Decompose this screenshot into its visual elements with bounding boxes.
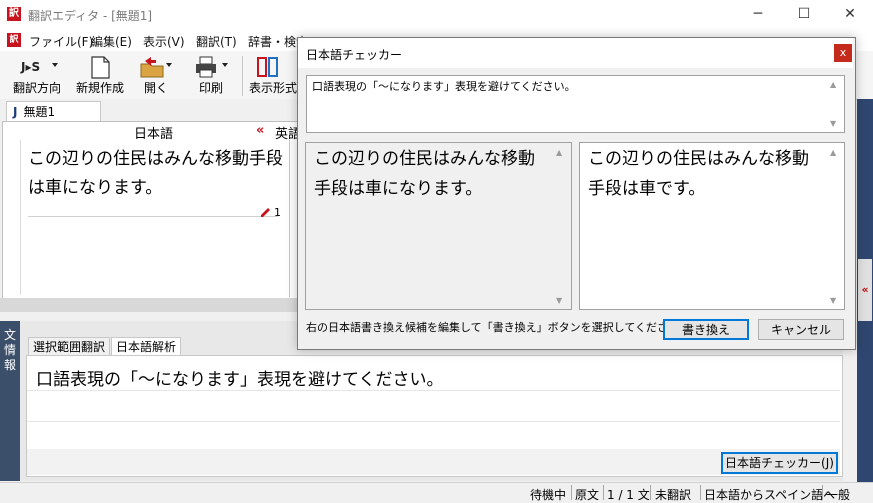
- expand-pane-icon[interactable]: «: [858, 259, 872, 321]
- print-button[interactable]: 印刷: [188, 55, 234, 97]
- close-window-button[interactable]: ✕: [827, 0, 873, 29]
- translation-direction-icon: J▸S: [10, 55, 64, 79]
- splitter[interactable]: [0, 298, 300, 312]
- window-title: 翻訳エディタ - [無題1]: [28, 9, 153, 23]
- status-translation-state: 未翻訳: [655, 488, 692, 502]
- minimize-button[interactable]: ─: [735, 0, 781, 29]
- target-language-header: 英語: [275, 127, 297, 142]
- translation-direction-label: 翻訳方向: [12, 81, 61, 95]
- app-icon: 訳: [7, 7, 21, 21]
- maximize-button[interactable]: ☐: [781, 0, 827, 29]
- status-position: 1 / 1 文: [607, 488, 650, 502]
- japanese-doc-icon: J: [13, 105, 18, 119]
- scroll-down-arrow-icon[interactable]: ▼: [830, 119, 836, 128]
- tab-japanese-analysis[interactable]: 日本語解析: [111, 337, 182, 356]
- dialog-close-button[interactable]: x: [834, 44, 852, 62]
- analysis-message: 口語表現の「～になります」表現を避けてください。: [36, 370, 444, 390]
- status-separator: [650, 485, 651, 500]
- dialog-instruction: 右の日本語書き換え候補を編集して「書き換え」ボタンを選択してください。: [306, 321, 691, 334]
- menu-translate[interactable]: 翻訳(T): [196, 33, 237, 50]
- rewrite-button[interactable]: 書き換え: [663, 319, 749, 340]
- scroll-down-arrow-icon[interactable]: ▼: [830, 296, 836, 305]
- editor-margin-line: [20, 140, 21, 295]
- menu-file[interactable]: ファイル(F): [29, 33, 93, 50]
- cancel-button[interactable]: キャンセル: [758, 319, 844, 340]
- open-label: 開く: [143, 81, 168, 95]
- status-mode: 原文: [575, 488, 600, 502]
- menu-view[interactable]: 表示(V): [143, 33, 185, 50]
- status-separator: [571, 485, 572, 500]
- display-format-label: 表示形式: [248, 81, 297, 95]
- open-button[interactable]: 開く: [136, 55, 176, 97]
- sentence-info-side-label: 文情報: [0, 321, 20, 481]
- translation-direction-button[interactable]: J▸S 翻訳方向: [10, 55, 64, 97]
- status-separator: [700, 485, 701, 500]
- status-separator: [603, 485, 604, 500]
- japanese-checker-button[interactable]: 日本語チェッカー(J): [721, 452, 838, 474]
- open-folder-icon: [136, 55, 176, 79]
- sentence-number: 1: [274, 206, 281, 219]
- dialog-title: 日本語チェッカー: [306, 48, 403, 62]
- display-format-button[interactable]: 表示形式: [248, 55, 298, 97]
- menu-app-icon[interactable]: 訳: [7, 33, 21, 47]
- suggested-text[interactable]: この辺りの住民はみんな移動手段は車です。: [588, 144, 822, 204]
- scroll-up-arrow-icon[interactable]: ▲: [830, 80, 836, 89]
- sentence-divider: [28, 216, 278, 217]
- analysis-row-line: [27, 421, 840, 422]
- new-document-label: 新規作成: [75, 81, 124, 95]
- print-label: 印刷: [198, 81, 223, 95]
- analysis-row-line: [27, 390, 840, 391]
- dialog-message: 口語表現の「～になります」表現を避けてください。: [312, 80, 576, 93]
- swap-arrow-icon[interactable]: «: [256, 123, 264, 138]
- status-direction: 日本語からスペイン語へ: [704, 488, 836, 502]
- display-format-icon: [248, 55, 298, 79]
- analysis-footer: [27, 449, 840, 475]
- printer-icon: [188, 55, 234, 79]
- source-text[interactable]: この辺りの住民はみんな移動手段は車になります。: [28, 145, 288, 203]
- document-tab[interactable]: J 無題1: [6, 101, 101, 122]
- edit-pen-icon: [259, 205, 271, 220]
- toolbar-separator: [242, 56, 243, 96]
- new-document-button[interactable]: 新規作成: [74, 55, 126, 97]
- source-language-header: 日本語: [134, 127, 174, 142]
- scroll-down-arrow-icon[interactable]: ▼: [556, 296, 562, 305]
- status-separator: [822, 485, 823, 500]
- status-state: 待機中: [530, 488, 567, 502]
- menu-edit[interactable]: 編集(E): [91, 33, 132, 50]
- tab-selection-translate[interactable]: 選択範囲翻訳: [28, 337, 111, 356]
- original-text: この辺りの住民はみんな移動手段は車になります。: [314, 149, 535, 199]
- new-document-icon: [74, 55, 126, 79]
- scroll-up-arrow-icon[interactable]: ▲: [556, 148, 562, 157]
- editor-vertical-divider: [289, 140, 290, 297]
- document-tab-label: 無題1: [23, 105, 56, 119]
- status-category: 一般: [826, 488, 851, 502]
- scroll-up-arrow-icon[interactable]: ▲: [830, 148, 836, 157]
